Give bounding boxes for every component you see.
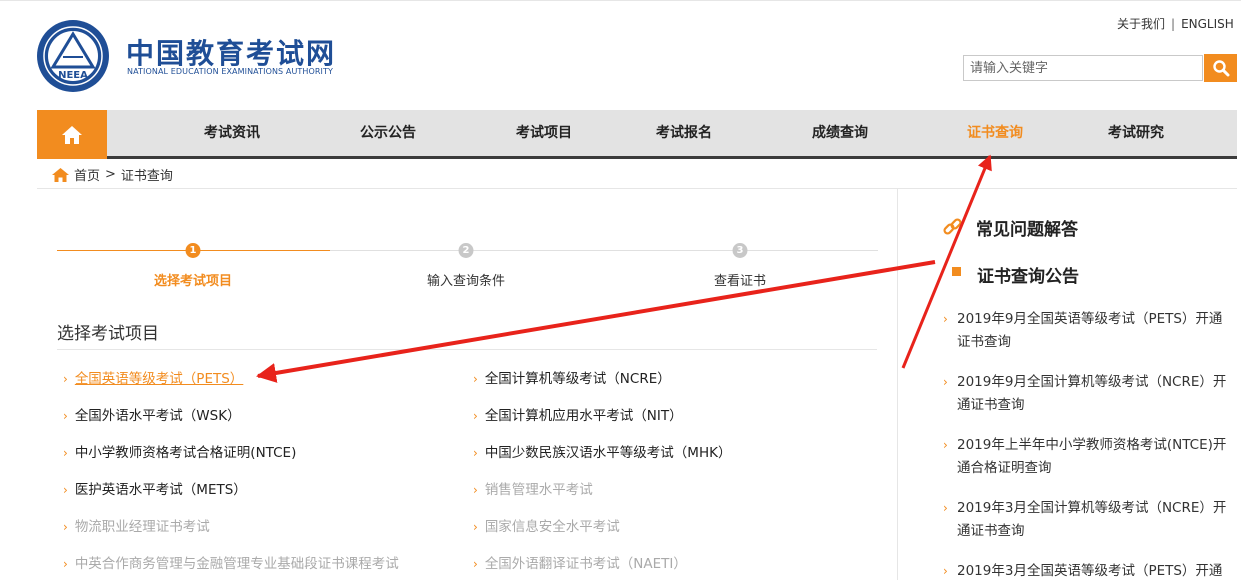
- news-item-label: 2019年9月全国计算机等级考试（NCRE）开通证书查询: [957, 374, 1227, 413]
- news-item-label: 2019年上半年中小学教师资格考试(NTCE)开通合格证明查询: [957, 437, 1227, 476]
- chevron-right-icon: ›: [473, 557, 478, 571]
- news-item[interactable]: › 2019年上半年中小学教师资格考试(NTCE)开通合格证明查询: [943, 434, 1235, 480]
- exam-item-nit[interactable]: › 全国计算机应用水平考试（NIT）: [473, 406, 683, 426]
- news-item[interactable]: › 2019年3月全国计算机等级考试（NCRE）开通证书查询: [943, 497, 1235, 543]
- exam-item-wsk[interactable]: › 全国外语水平考试（WSK）: [63, 406, 241, 426]
- chevron-right-icon: ›: [943, 501, 948, 515]
- section-title: 选择考试项目: [57, 324, 159, 344]
- top-links: 关于我们 | ENGLISH: [1117, 15, 1234, 32]
- chevron-right-icon: ›: [473, 409, 478, 423]
- step-2-number: 2: [458, 243, 474, 258]
- exam-item-label: 全国英语等级考试（PETS）: [74, 371, 244, 387]
- exam-item-label: 中国少数民族汉语水平等级考试（MHK）: [484, 445, 732, 461]
- nav-item-registration[interactable]: 考试报名: [656, 110, 712, 156]
- square-bullet-icon: [952, 267, 961, 276]
- exam-item-mets[interactable]: › 医护英语水平考试（METS）: [63, 480, 247, 500]
- content-sidebar-divider: [897, 189, 898, 580]
- breadcrumb: 首页 > 证书查询: [52, 165, 173, 184]
- nav-home-button[interactable]: [37, 110, 107, 159]
- exam-item-label: 物流职业经理证书考试: [74, 519, 210, 535]
- exam-item-label: 全国计算机应用水平考试（NIT）: [484, 408, 683, 424]
- chevron-right-icon: ›: [943, 312, 948, 326]
- notice-title: 证书查询公告: [977, 267, 1079, 287]
- top-border: [0, 0, 1241, 1]
- site-name-en: NATIONAL EDUCATION EXAMINATIONS AUTHORIT…: [127, 67, 333, 76]
- breadcrumb-home[interactable]: 首页: [74, 165, 100, 184]
- exam-item-ntce[interactable]: › 中小学教师资格考试合格证明(NTCE): [63, 443, 296, 463]
- logo-emblem[interactable]: NEEA: [36, 19, 110, 93]
- exam-item-label: 国家信息安全水平考试: [484, 519, 620, 535]
- search-button[interactable]: [1204, 54, 1237, 82]
- chevron-right-icon: ›: [63, 409, 68, 423]
- neea-emblem-icon: NEEA: [37, 20, 109, 92]
- exam-item-label: 销售管理水平考试: [484, 482, 593, 498]
- step-1-number: 1: [185, 243, 201, 258]
- exam-item-label: 全国外语水平考试（WSK）: [74, 408, 241, 424]
- about-us-link[interactable]: 关于我们: [1117, 17, 1165, 31]
- news-item-label: 2019年9月全国英语等级考试（PETS）开通证书查询: [957, 311, 1223, 350]
- site-name-cn[interactable]: 中国教育考试网: [126, 32, 336, 72]
- news-item[interactable]: › 2019年9月全国计算机等级考试（NCRE）开通证书查询: [943, 371, 1235, 417]
- exam-item-mhk[interactable]: › 中国少数民族汉语水平等级考试（MHK）: [473, 443, 731, 463]
- chevron-right-icon: ›: [473, 520, 478, 534]
- nav-item-score-query[interactable]: 成绩查询: [812, 110, 868, 156]
- chevron-right-icon: ›: [63, 483, 68, 497]
- step-3-label: 查看证书: [713, 274, 767, 289]
- exam-item-label: 全国计算机等级考试（NCRE）: [484, 371, 671, 387]
- nav-item-exam-research[interactable]: 考试研究: [1108, 110, 1164, 156]
- step-2-label: 输入查询条件: [426, 274, 506, 289]
- exam-item-ncre[interactable]: › 全国计算机等级考试（NCRE）: [473, 369, 671, 389]
- top-links-separator: |: [1171, 17, 1176, 31]
- nav-item-exam-projects[interactable]: 考试项目: [516, 110, 572, 156]
- exam-item-label: 全国外语翻译证书考试（NAETI）: [484, 556, 687, 572]
- search-icon: [1212, 60, 1229, 77]
- step-3-number: 3: [732, 243, 748, 258]
- exam-item-logistics: › 物流职业经理证书考试: [63, 517, 210, 537]
- step-progress-track: [330, 250, 878, 251]
- news-item[interactable]: › 2019年9月全国英语等级考试（PETS）开通证书查询: [943, 308, 1235, 354]
- search-input[interactable]: [963, 55, 1203, 81]
- annotation-arrow-to-pets: [256, 260, 936, 383]
- nav-item-announcements[interactable]: 公示公告: [360, 110, 416, 156]
- link-icon: [943, 218, 962, 235]
- exam-item-label: 医护英语水平考试（METS）: [74, 482, 247, 498]
- breadcrumb-current: 证书查询: [120, 169, 173, 184]
- home-icon: [52, 167, 69, 182]
- chevron-right-icon: ›: [63, 372, 68, 386]
- step-1-label: 选择考试项目: [153, 274, 233, 289]
- chevron-right-icon: ›: [63, 446, 68, 460]
- english-link[interactable]: ENGLISH: [1181, 17, 1234, 31]
- nav-item-exam-news[interactable]: 考试资讯: [204, 110, 260, 156]
- chevron-right-icon: ›: [943, 438, 948, 452]
- chevron-right-icon: ›: [63, 557, 68, 571]
- breadcrumb-separator: >: [105, 167, 116, 182]
- exam-item-sales-management: › 销售管理水平考试: [473, 480, 593, 500]
- chevron-right-icon: ›: [473, 446, 478, 460]
- chevron-right-icon: ›: [63, 520, 68, 534]
- chevron-right-icon: ›: [943, 375, 948, 389]
- news-item-label: 2019年3月全国计算机等级考试（NCRE）开通证书查询: [957, 500, 1227, 539]
- home-icon: [62, 125, 82, 144]
- faq-title[interactable]: 常见问题解答: [976, 215, 1078, 240]
- section-divider: [57, 349, 877, 350]
- exam-item-label: 中小学教师资格考试合格证明(NTCE): [74, 445, 297, 461]
- exam-item-infosec: › 国家信息安全水平考试: [473, 517, 620, 537]
- breadcrumb-divider: [37, 188, 1237, 189]
- exam-item-pets[interactable]: › 全国英语等级考试（PETS）: [63, 369, 243, 389]
- exam-item-business-finance: › 中英合作商务管理与金融管理专业基础段证书课程考试: [63, 554, 399, 574]
- chevron-right-icon: ›: [473, 483, 478, 497]
- svg-text:NEEA: NEEA: [58, 70, 88, 81]
- nav-item-certificate-query[interactable]: 证书查询: [967, 110, 1023, 156]
- chevron-right-icon: ›: [473, 372, 478, 386]
- exam-item-label: 中英合作商务管理与金融管理专业基础段证书课程考试: [74, 556, 399, 572]
- exam-item-naeti: › 全国外语翻译证书考试（NAETI）: [473, 554, 687, 574]
